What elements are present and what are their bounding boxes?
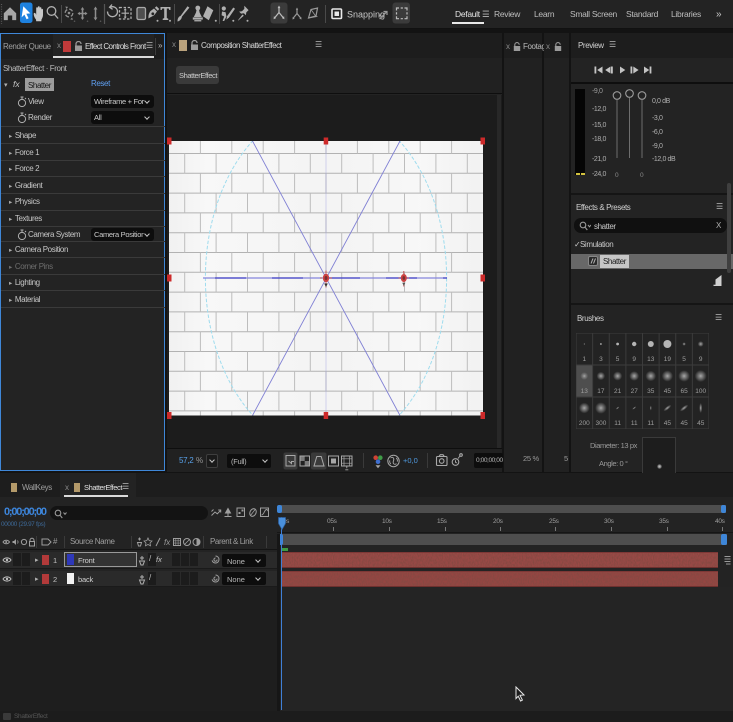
svg-text:9: 9: [632, 356, 636, 363]
svg-text:300: 300: [595, 420, 606, 427]
svg-text:13: 13: [581, 388, 589, 395]
svg-text:45: 45: [664, 420, 672, 427]
svg-text:11: 11: [647, 420, 654, 427]
svg-text:fx: fx: [164, 538, 171, 547]
svg-text:45: 45: [697, 420, 705, 427]
svg-text:17: 17: [597, 388, 605, 395]
svg-text:19: 19: [664, 356, 672, 363]
svg-text:9: 9: [699, 356, 703, 363]
svg-text:45: 45: [680, 420, 688, 427]
svg-text:13: 13: [647, 356, 655, 363]
svg-text:1: 1: [582, 356, 586, 363]
svg-text:3: 3: [599, 356, 603, 363]
svg-text:35: 35: [647, 388, 655, 395]
svg-text:200: 200: [579, 420, 590, 427]
svg-text:Snapping: Snapping: [347, 10, 385, 20]
svg-text:5: 5: [616, 356, 620, 363]
svg-text:11: 11: [614, 420, 621, 427]
svg-text:65: 65: [680, 388, 688, 395]
svg-text:45: 45: [664, 388, 672, 395]
svg-text:100: 100: [695, 388, 706, 395]
svg-text:11: 11: [631, 420, 638, 427]
svg-text:21: 21: [614, 388, 622, 395]
svg-text:27: 27: [631, 388, 639, 395]
svg-text:5: 5: [682, 356, 686, 363]
